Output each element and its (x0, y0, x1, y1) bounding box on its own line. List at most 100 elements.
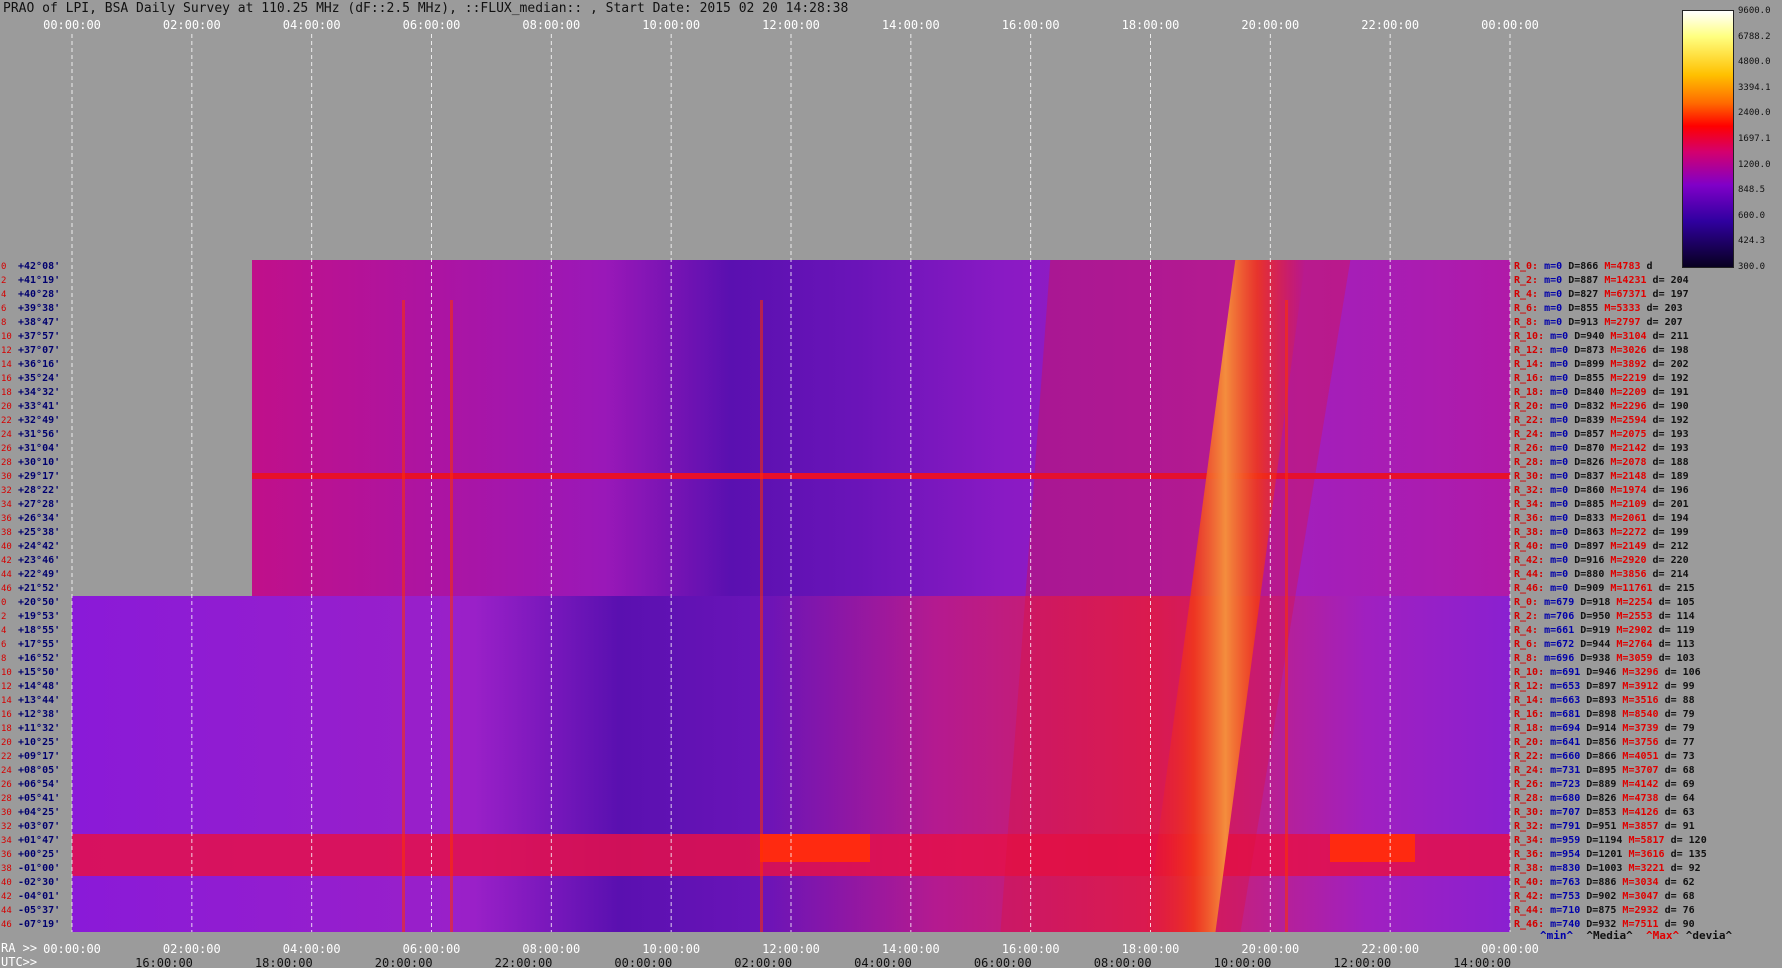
colorbar-tick-label: 424.3 (1738, 236, 1766, 247)
row-index: 12 (1, 346, 12, 356)
row-stat: R_24: m=731 D=895 M=3707 d= 68 (1514, 765, 1695, 777)
stat-median: D=1003 (1586, 863, 1623, 874)
row-stat: R_10: m=691 D=946 M=3296 d= 106 (1514, 667, 1701, 679)
row-index: 40 (1, 878, 12, 888)
stat-min: m=661 (1544, 625, 1575, 636)
declination-label: +12°38' (18, 709, 61, 720)
stat-median: D=832 (1574, 401, 1605, 412)
declination-label: +15°50' (18, 667, 61, 678)
row-index: 6 (1, 304, 7, 314)
declination-label: +22°49' (18, 569, 61, 580)
stat-max: M=3856 (1610, 569, 1647, 580)
stat-median: D=866 (1568, 261, 1599, 272)
stat-dev: d= 202 (1652, 359, 1689, 370)
stat-min: m=679 (1544, 597, 1575, 608)
row-index: 20 (1, 402, 12, 412)
row-stat: R_40: m=0 D=897 M=2149 d= 212 (1514, 541, 1689, 553)
declination-label: +21°52' (18, 583, 61, 594)
row-index: 44 (1, 906, 12, 916)
stat-median: D=951 (1586, 821, 1617, 832)
stat-max: M=2272 (1610, 527, 1647, 538)
stat-max: M=2594 (1610, 415, 1647, 426)
stat-receiver: R_20: (1514, 737, 1545, 748)
stat-max: M=2553 (1616, 611, 1653, 622)
stat-receiver: R_12: (1514, 345, 1545, 356)
stat-receiver: R_28: (1514, 793, 1545, 804)
row-index: 16 (1, 374, 12, 384)
stat-median: D=902 (1586, 891, 1617, 902)
row-index: 8 (1, 318, 7, 328)
legend-max: ^Max^ (1645, 929, 1680, 942)
declination-label: +18°55' (18, 625, 61, 636)
top-tick-label: 22:00:00 (1361, 18, 1420, 32)
stat-max: M=5817 (1628, 835, 1665, 846)
stat-max: M=3892 (1610, 359, 1647, 370)
row-index: 24 (1, 766, 12, 776)
declination-label: +17°55' (18, 639, 61, 650)
stat-median: D=826 (1574, 457, 1605, 468)
stat-median: D=833 (1574, 513, 1605, 524)
declination-label: +00°25' (18, 849, 61, 860)
stat-max: M=3104 (1610, 331, 1647, 342)
top-tick-label: 00:00:00 (43, 18, 101, 32)
stat-median: D=1194 (1586, 835, 1623, 846)
stat-median: D=944 (1580, 639, 1611, 650)
declination-label: +33°41' (18, 401, 61, 412)
stat-median: D=946 (1586, 667, 1617, 678)
stat-dev: d= 69 (1664, 779, 1695, 790)
stats-legend: ^min^ ^Media^ ^Max^ ^devia^ (1540, 929, 1732, 942)
stat-max: M=4738 (1622, 793, 1659, 804)
top-tick-label: 10:00:00 (642, 18, 701, 32)
colorbar-tick-label: 1200.0 (1738, 159, 1771, 170)
row-stat: R_12: m=0 D=873 M=3026 d= 198 (1514, 345, 1689, 357)
stat-min: m=0 (1544, 303, 1563, 314)
stat-median: D=880 (1574, 569, 1605, 580)
stat-max: M=2142 (1610, 443, 1647, 454)
stat-median: D=898 (1586, 709, 1617, 720)
stat-receiver: R_28: (1514, 457, 1545, 468)
bright-block (760, 834, 870, 862)
declination-label: +16°52' (18, 653, 61, 664)
row-stat: R_34: m=0 D=885 M=2109 d= 201 (1514, 499, 1689, 511)
row-index: 4 (1, 290, 7, 300)
stat-max: M=3739 (1622, 723, 1659, 734)
row-index: 40 (1, 542, 12, 552)
row-index: 10 (1, 332, 12, 342)
stat-max: M=3707 (1622, 765, 1659, 776)
row-stat: R_18: m=694 D=914 M=3739 d= 79 (1514, 723, 1695, 735)
stat-median: D=913 (1568, 317, 1599, 328)
row-index: 42 (1, 556, 12, 566)
stat-max: M=4051 (1622, 751, 1659, 762)
colorbar (1682, 10, 1734, 268)
stat-max: M=3034 (1622, 877, 1659, 888)
ra-tick-label: 06:00:00 (402, 942, 461, 956)
stat-max: M=4783 (1604, 261, 1641, 272)
stat-dev: d= 73 (1664, 751, 1695, 762)
stat-max: M=2061 (1610, 513, 1647, 524)
row-index: 46 (1, 584, 12, 594)
stat-median: D=914 (1586, 723, 1617, 734)
row-stat: R_6: m=0 D=855 M=5333 d= 203 (1514, 303, 1683, 315)
source-streak (760, 300, 763, 932)
stat-receiver: R_20: (1514, 401, 1545, 412)
top-tick-label: 08:00:00 (522, 18, 581, 32)
stat-dev: d= 220 (1652, 555, 1689, 566)
heatmap-row (252, 526, 1510, 540)
declination-label: +04°25' (18, 807, 61, 818)
stat-max: M=1974 (1610, 485, 1647, 496)
row-index: 44 (1, 570, 12, 580)
row-stat: R_20: m=0 D=832 M=2296 d= 190 (1514, 401, 1689, 413)
stat-min: m=0 (1544, 275, 1563, 286)
stat-median: D=909 (1574, 583, 1605, 594)
declination-label: +37°07' (18, 345, 61, 356)
row-index: 24 (1, 430, 12, 440)
stat-median: D=837 (1574, 471, 1605, 482)
legend-min: ^min^ (1540, 929, 1574, 942)
stat-dev: d= 88 (1664, 695, 1695, 706)
stat-median: D=1201 (1586, 849, 1623, 860)
row-stat: R_22: m=660 D=866 M=4051 d= 73 (1514, 751, 1695, 763)
declination-label: +39°38' (18, 303, 61, 314)
ra-tick-label: 12:00:00 (762, 942, 820, 956)
utc-tick-label: 18:00:00 (254, 956, 313, 968)
row-index: 38 (1, 528, 12, 538)
